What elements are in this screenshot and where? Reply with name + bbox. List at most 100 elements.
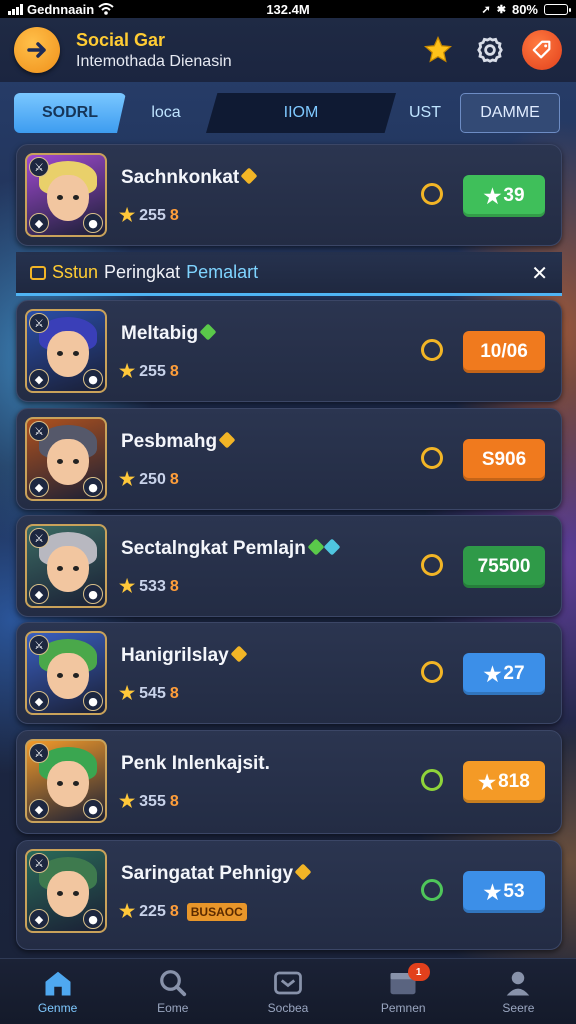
player-score: 818	[498, 771, 530, 792]
signal-icon	[8, 3, 23, 15]
class-badge-icon: ⚔	[29, 421, 49, 441]
player-name-row: Hanigrilslay	[121, 645, 248, 667]
nav-profile[interactable]: Seere	[461, 959, 576, 1024]
nav-label: Pemnen	[380, 1000, 426, 1015]
rank-badge-icon: ◆	[29, 909, 49, 929]
player-avatar: ⚔ ◆ ●	[25, 309, 107, 393]
star-icon: ★	[478, 771, 497, 794]
class-badge-icon: ⚔	[29, 313, 49, 333]
nav-store[interactable]: 1 Pemnen	[346, 959, 461, 1024]
player-score: 75500	[477, 556, 531, 577]
tab-game[interactable]: DAMME	[460, 93, 560, 133]
profile-icon	[507, 971, 530, 995]
player-score: 53	[503, 881, 525, 902]
status-time: 132.4M	[266, 1, 310, 17]
close-icon[interactable]: ✕	[531, 261, 548, 285]
player-card[interactable]: ⚔ ◆ ● Meltabig ★ 255 8 10/06	[16, 300, 562, 402]
player-score: 27	[503, 663, 525, 684]
player-stat-suffix: 8	[169, 470, 179, 488]
check-icon[interactable]	[421, 554, 443, 576]
shop-button[interactable]	[522, 30, 562, 70]
tab-social[interactable]: SODRL	[14, 93, 126, 133]
player-stats: ★ 355 8	[119, 791, 179, 812]
gem-icon	[240, 167, 258, 185]
gem-icon	[323, 538, 341, 556]
player-card[interactable]: ⚔ ◆ ● Saringatat Pehnigy ★ 225 8 BUSAOC …	[16, 840, 562, 950]
star-icon	[423, 35, 453, 63]
notification-badge: 1	[407, 963, 430, 981]
wifi-icon	[98, 3, 114, 15]
gem-icon	[230, 645, 248, 663]
player-avatar: ⚔ ◆ ●	[25, 631, 107, 715]
nav-label: Eome	[157, 1000, 189, 1015]
rank-badge-icon: ◆	[29, 799, 49, 819]
player-stats: ★ 250 8	[119, 469, 179, 490]
player-stars: 533	[139, 577, 166, 595]
rank-badge-icon: ◆	[29, 477, 49, 497]
favorites-button[interactable]	[418, 30, 458, 70]
rank-badge-icon: ◆	[29, 691, 49, 711]
check-icon[interactable]	[421, 661, 443, 683]
player-stats: ★ 255 8	[119, 205, 179, 226]
class-badge-icon: ⚔	[29, 853, 49, 873]
player-name: Hanigrilslay	[121, 645, 229, 666]
ranking-word-3: Pemalart	[186, 262, 259, 282]
tab-list[interactable]: UST	[396, 93, 454, 133]
check-icon[interactable]	[421, 879, 443, 901]
check-icon[interactable]	[421, 183, 443, 205]
tab-local[interactable]: loca	[126, 93, 206, 133]
player-stat-suffix: 8	[169, 362, 179, 380]
player-score: S906	[481, 449, 527, 470]
chat-icon	[274, 971, 302, 994]
gear-icon	[477, 37, 503, 63]
star-icon: ★	[483, 663, 502, 686]
check-icon[interactable]	[421, 769, 443, 791]
player-avatar: ⚔ ◆ ●	[25, 739, 107, 823]
nav-search[interactable]: Eome	[115, 959, 230, 1024]
nav-home[interactable]: Genme	[0, 959, 115, 1024]
player-card[interactable]: ⚔ ◆ ● Hanigrilslay ★ 545 8 ★ 27	[16, 622, 562, 724]
battery-icon	[544, 3, 571, 15]
player-stat-suffix: 8	[169, 577, 179, 595]
nav-label: Socbea	[267, 1000, 309, 1015]
score-button[interactable]: 75500	[463, 546, 545, 588]
player-card[interactable]: ⚔ ◆ ● Pesbmahg ★ 250 8 S906	[16, 408, 562, 510]
back-button[interactable]	[14, 27, 60, 73]
score-button[interactable]: ★ 818	[463, 761, 545, 803]
gem-icon	[294, 863, 312, 881]
player-stars: 255	[139, 206, 166, 224]
ranking-icon	[30, 265, 46, 280]
nav-social[interactable]: Socbea	[230, 959, 345, 1024]
check-icon[interactable]	[421, 339, 443, 361]
star-icon: ★	[119, 901, 136, 921]
page-subtitle: Intemothada Dienasin	[76, 52, 232, 70]
player-card[interactable]: ⚔ ◆ ● Sectalngkat Pemlajn ★ 533 8 75500	[16, 515, 562, 617]
score-button[interactable]: ★ 27	[463, 653, 545, 695]
score-button[interactable]: 10/06	[463, 331, 545, 373]
player-card[interactable]: ⚔ ◆ ● Penk Inlenkajsit. ★ 355 8 ★ 818	[16, 730, 562, 834]
player-avatar: ⚔ ◆ ●	[25, 153, 107, 237]
settings-button[interactable]	[470, 30, 510, 70]
check-icon[interactable]	[421, 447, 443, 469]
player-stat-suffix: 8	[169, 902, 179, 920]
star-icon: ★	[119, 205, 136, 225]
player-avatar: ⚔ ◆ ●	[25, 524, 107, 608]
element-badge-icon: ●	[83, 799, 103, 819]
tab-room[interactable]: IIOM	[206, 93, 396, 133]
score-button[interactable]: ★ 39	[463, 175, 545, 217]
score-button[interactable]: ★ 53	[463, 871, 545, 913]
player-stats: ★ 225 8 BUSAOC	[119, 901, 247, 922]
ranking-word-2: Peringkat	[104, 262, 181, 282]
carrier-label: Gednnaain	[27, 1, 95, 17]
tab-bar: SODRL loca IIOM UST DAMME	[14, 92, 562, 134]
player-score: 39	[503, 185, 525, 206]
element-badge-icon: ●	[83, 909, 103, 929]
player-stars: 255	[139, 362, 166, 380]
star-icon: ★	[119, 361, 136, 381]
score-button[interactable]: S906	[463, 439, 545, 481]
player-stars: 225	[139, 902, 166, 920]
player-card[interactable]: ⚔ ◆ ● Sachnkonkat ★ 255 8 ★ 39	[16, 144, 562, 246]
nav-label: Genme	[37, 1000, 78, 1015]
star-icon: ★	[119, 791, 136, 811]
player-name-row: Sachnkonkat	[121, 167, 258, 189]
